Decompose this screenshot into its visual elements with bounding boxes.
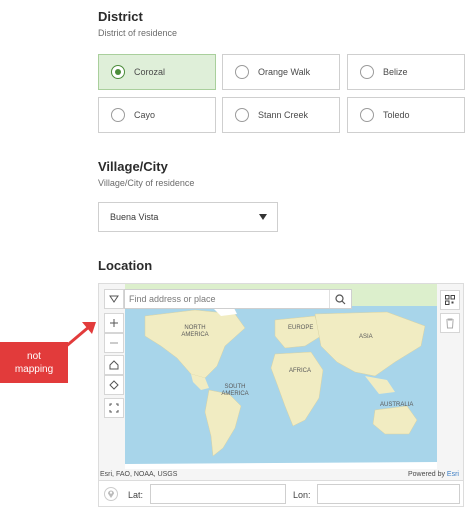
radio-option-orange-walk[interactable]: Orange Walk <box>222 54 340 90</box>
radio-option-belize[interactable]: Belize <box>347 54 465 90</box>
lon-input[interactable] <box>317 484 460 504</box>
radio-label: Stann Creek <box>258 110 309 120</box>
radio-unselected-icon <box>360 108 374 122</box>
qr-code-icon <box>445 295 455 305</box>
zoom-in-button[interactable] <box>104 313 124 333</box>
address-search-input[interactable] <box>125 291 325 307</box>
radio-selected-icon <box>111 65 125 79</box>
map-label-australia: AUSTRALIA <box>380 402 414 408</box>
radio-unselected-icon <box>235 108 249 122</box>
radio-label: Toledo <box>383 110 410 120</box>
location-title: Location <box>98 258 153 273</box>
map-label-europe: EUROPE <box>288 325 314 331</box>
map-label-north-america: NORTH AMERICA <box>181 325 209 338</box>
district-subtitle: District of residence <box>98 28 178 38</box>
zoom-out-button[interactable] <box>104 333 124 353</box>
trash-icon <box>446 318 454 328</box>
radio-unselected-icon <box>235 65 249 79</box>
village-select-value: Buena Vista <box>110 212 159 222</box>
radio-unselected-icon <box>360 65 374 79</box>
plus-icon <box>110 319 118 327</box>
fullscreen-icon <box>109 403 119 413</box>
fullscreen-button[interactable] <box>104 398 124 418</box>
triangle-down-icon <box>109 295 119 303</box>
powered-by-text: Powered by <box>408 471 447 478</box>
radio-option-stann-creek[interactable]: Stann Creek <box>222 97 340 133</box>
map-attribution: Esri, FAO, NOAA, USGS <box>100 471 178 478</box>
esri-link[interactable]: Esri <box>447 471 459 478</box>
lon-label: Lon: <box>293 490 311 500</box>
district-title: District <box>98 9 143 24</box>
locate-icon <box>109 380 119 390</box>
search-button[interactable] <box>329 290 351 308</box>
annotation-line-2: mapping <box>14 363 54 375</box>
radio-label: Belize <box>383 67 408 77</box>
village-select[interactable]: Buena Vista <box>98 202 278 232</box>
pin-button[interactable] <box>104 487 118 501</box>
home-icon <box>109 360 119 370</box>
radio-label: Orange Walk <box>258 67 311 77</box>
map-label-south-america: SOUTH AMERICA <box>221 384 249 397</box>
village-title: Village/City <box>98 159 168 174</box>
caret-down-icon <box>259 214 267 220</box>
radio-option-cayo[interactable]: Cayo <box>98 97 216 133</box>
radio-label: Corozal <box>134 67 166 77</box>
radio-option-corozal[interactable]: Corozal <box>98 54 216 90</box>
search-icon <box>335 293 346 304</box>
map-label-asia: ASIA <box>359 334 373 340</box>
annotation-callout: not mapping <box>0 342 68 383</box>
powered-by: Powered by Esri <box>408 471 459 478</box>
delete-button[interactable] <box>440 313 460 333</box>
world-map[interactable] <box>125 306 437 469</box>
home-button[interactable] <box>104 355 124 375</box>
map-label-africa: AFRICA <box>289 368 312 374</box>
radio-label: Cayo <box>134 110 156 120</box>
lat-label: Lat: <box>128 490 144 500</box>
radio-unselected-icon <box>111 108 125 122</box>
map-search <box>124 289 352 309</box>
lat-input[interactable] <box>150 484 286 504</box>
locate-button[interactable] <box>104 375 124 395</box>
qr-code-button[interactable] <box>440 290 460 310</box>
minus-icon <box>110 342 118 344</box>
search-options-button[interactable] <box>104 289 124 309</box>
annotation-line-1: not <box>27 350 41 362</box>
radio-option-toledo[interactable]: Toledo <box>347 97 465 133</box>
map-pin-icon <box>108 490 114 498</box>
village-subtitle: Village/City of residence <box>98 178 195 188</box>
